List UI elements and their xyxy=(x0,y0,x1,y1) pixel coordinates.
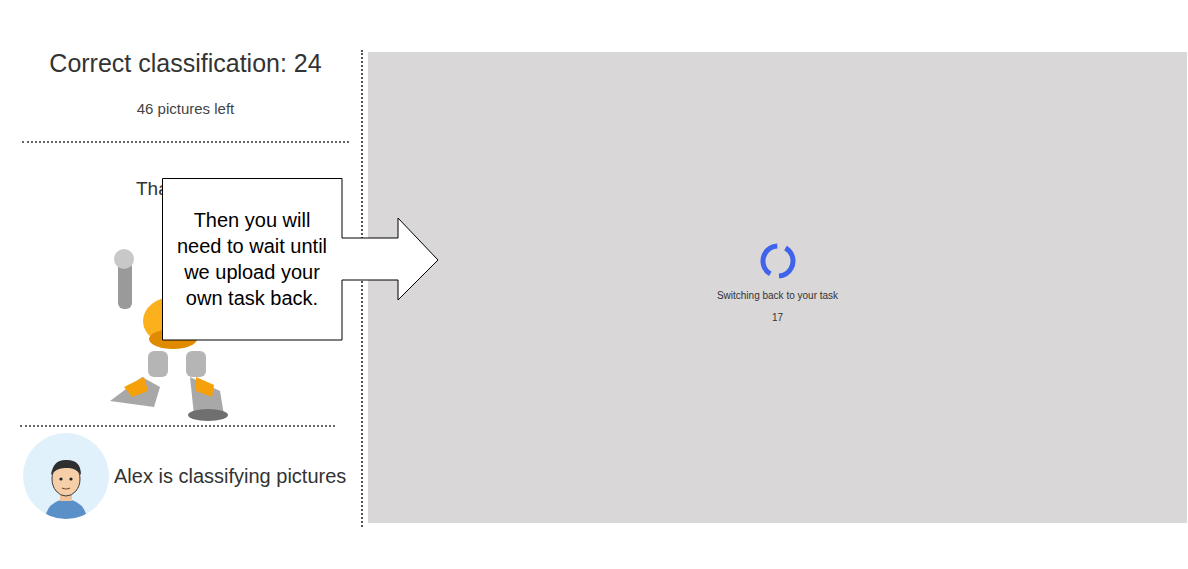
task-panel: Switching back to your task 17 xyxy=(368,52,1187,523)
partner-status-text: Alex is classifying pictures xyxy=(114,464,346,488)
callout-text: Then you will need to wait until we uplo… xyxy=(170,207,334,311)
loading-spinner-icon xyxy=(757,240,799,282)
partner-status: Alex is classifying pictures xyxy=(23,433,361,519)
score-label: Correct classification: 24 xyxy=(49,50,321,76)
instruction-callout: Then you will need to wait until we uplo… xyxy=(162,178,442,342)
divider xyxy=(20,425,335,427)
avatar xyxy=(23,433,109,519)
pictures-left: 46 pictures left xyxy=(137,100,235,118)
loading-text: Switching back to your task xyxy=(717,290,838,302)
avatar-face-icon xyxy=(41,455,91,519)
divider xyxy=(22,141,349,143)
callout-arrow-icon xyxy=(162,178,442,342)
countdown: 17 xyxy=(772,312,783,324)
page: Correct classification: 24 46 pictures le… xyxy=(0,0,1188,569)
